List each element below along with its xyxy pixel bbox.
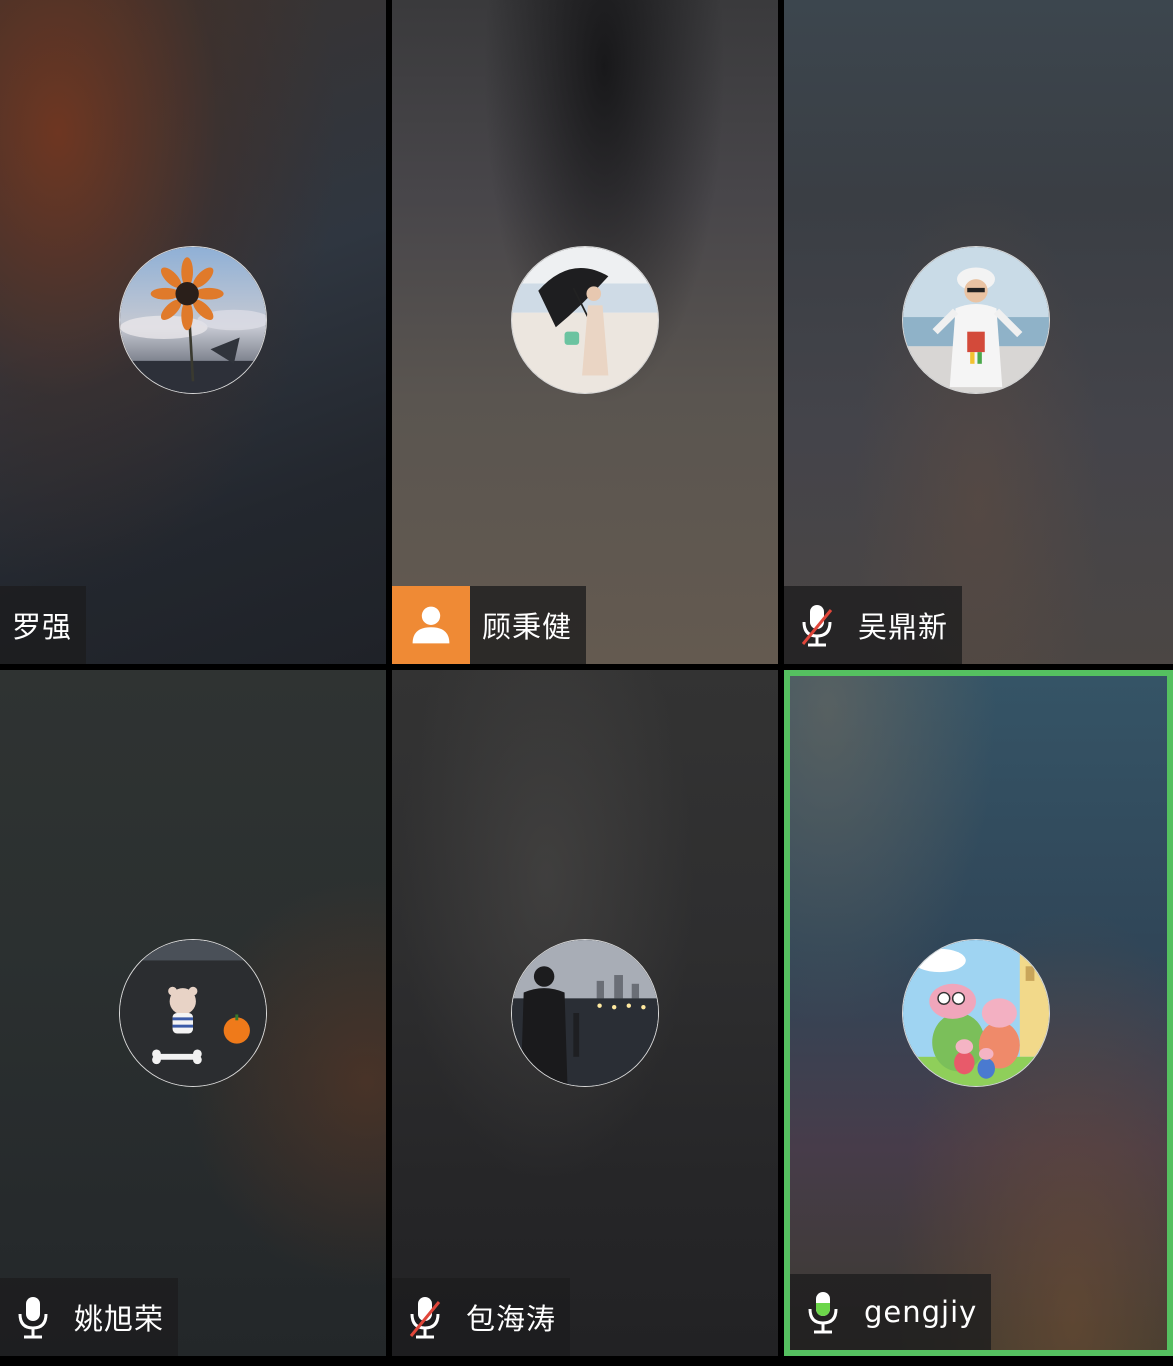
microphone-muted-icon	[801, 605, 833, 647]
participant-name: 吴鼎新	[858, 610, 949, 644]
mic-speaking-indicator	[790, 1273, 852, 1350]
evening-lakeside-avatar-image	[512, 940, 658, 1086]
avatar	[511, 939, 659, 1087]
mic-on-indicator	[0, 1278, 62, 1356]
microphone-speaking-icon	[808, 1292, 838, 1334]
participant-label: 姚旭荣	[0, 1278, 179, 1356]
microphone-muted-icon	[409, 1297, 441, 1339]
participant-name: 顾秉健	[482, 610, 573, 644]
mic-muted-indicator	[392, 1278, 454, 1356]
person-icon	[412, 606, 450, 644]
toy-bear-avatar-image	[120, 940, 266, 1086]
participant-tile-2[interactable]: 顾秉健	[392, 0, 778, 664]
avatar	[902, 939, 1050, 1087]
participant-tile-6-active-speaker[interactable]: gengjiy	[784, 670, 1173, 1356]
avatar	[119, 939, 267, 1087]
participant-tile-5[interactable]: 包海涛	[392, 670, 778, 1356]
participant-name: 罗强	[12, 610, 73, 644]
participant-name: 姚旭荣	[74, 1302, 165, 1336]
sunflower-avatar-image	[120, 247, 266, 393]
participant-label: 顾秉健	[392, 586, 587, 664]
participant-label: 罗强	[0, 586, 87, 664]
avatar	[902, 246, 1050, 394]
beach-umbrella-avatar-image	[512, 247, 658, 393]
participant-tile-1[interactable]: 罗强	[0, 0, 386, 664]
participant-name: gengjiy	[864, 1295, 978, 1329]
participant-tile-3[interactable]: 吴鼎新	[784, 0, 1173, 664]
cartoon-pigs-avatar-image	[903, 940, 1049, 1086]
video-grid: 罗强 顾秉健 吴鼎新 姚旭荣 包海涛 gengjiy	[0, 0, 1173, 1366]
microphone-icon	[18, 1297, 48, 1339]
child-at-beach-avatar-image	[903, 247, 1049, 393]
participant-tile-4[interactable]: 姚旭荣	[0, 670, 386, 1356]
participant-label: 包海涛	[392, 1278, 571, 1356]
participant-name: 包海涛	[466, 1302, 557, 1336]
avatar	[511, 246, 659, 394]
mic-muted-indicator	[784, 586, 846, 664]
participant-label: 吴鼎新	[784, 586, 963, 664]
avatar	[119, 246, 267, 394]
participant-label: gengjiy	[790, 1273, 992, 1350]
host-badge	[392, 586, 470, 664]
